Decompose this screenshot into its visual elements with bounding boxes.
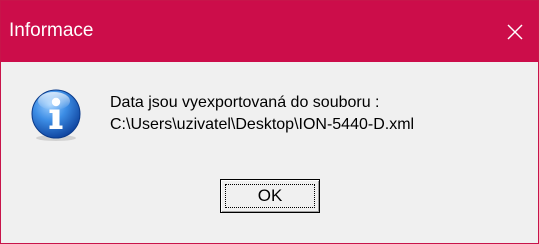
information-icon xyxy=(31,89,81,141)
ok-button-label: OK xyxy=(225,184,315,208)
window-title: Informace xyxy=(9,20,94,41)
message-line-1: Data jsou vyexportovaná do souboru : xyxy=(110,94,380,111)
message-text: Data jsou vyexportovaná do souboru : C:\… xyxy=(110,92,414,136)
title-bar[interactable]: Informace xyxy=(1,1,538,62)
close-button[interactable] xyxy=(490,1,538,62)
close-icon xyxy=(507,24,523,40)
message-dialog: Informace Data jsou vyexportovaná do sou… xyxy=(0,0,539,244)
message-line-2-file-path: C:\Users\uzivatel\Desktop\ION-5440-D.xml xyxy=(110,116,415,133)
dialog-body: Data jsou vyexportovaná do souboru : C:\… xyxy=(1,62,538,243)
ok-button[interactable]: OK xyxy=(220,179,320,213)
